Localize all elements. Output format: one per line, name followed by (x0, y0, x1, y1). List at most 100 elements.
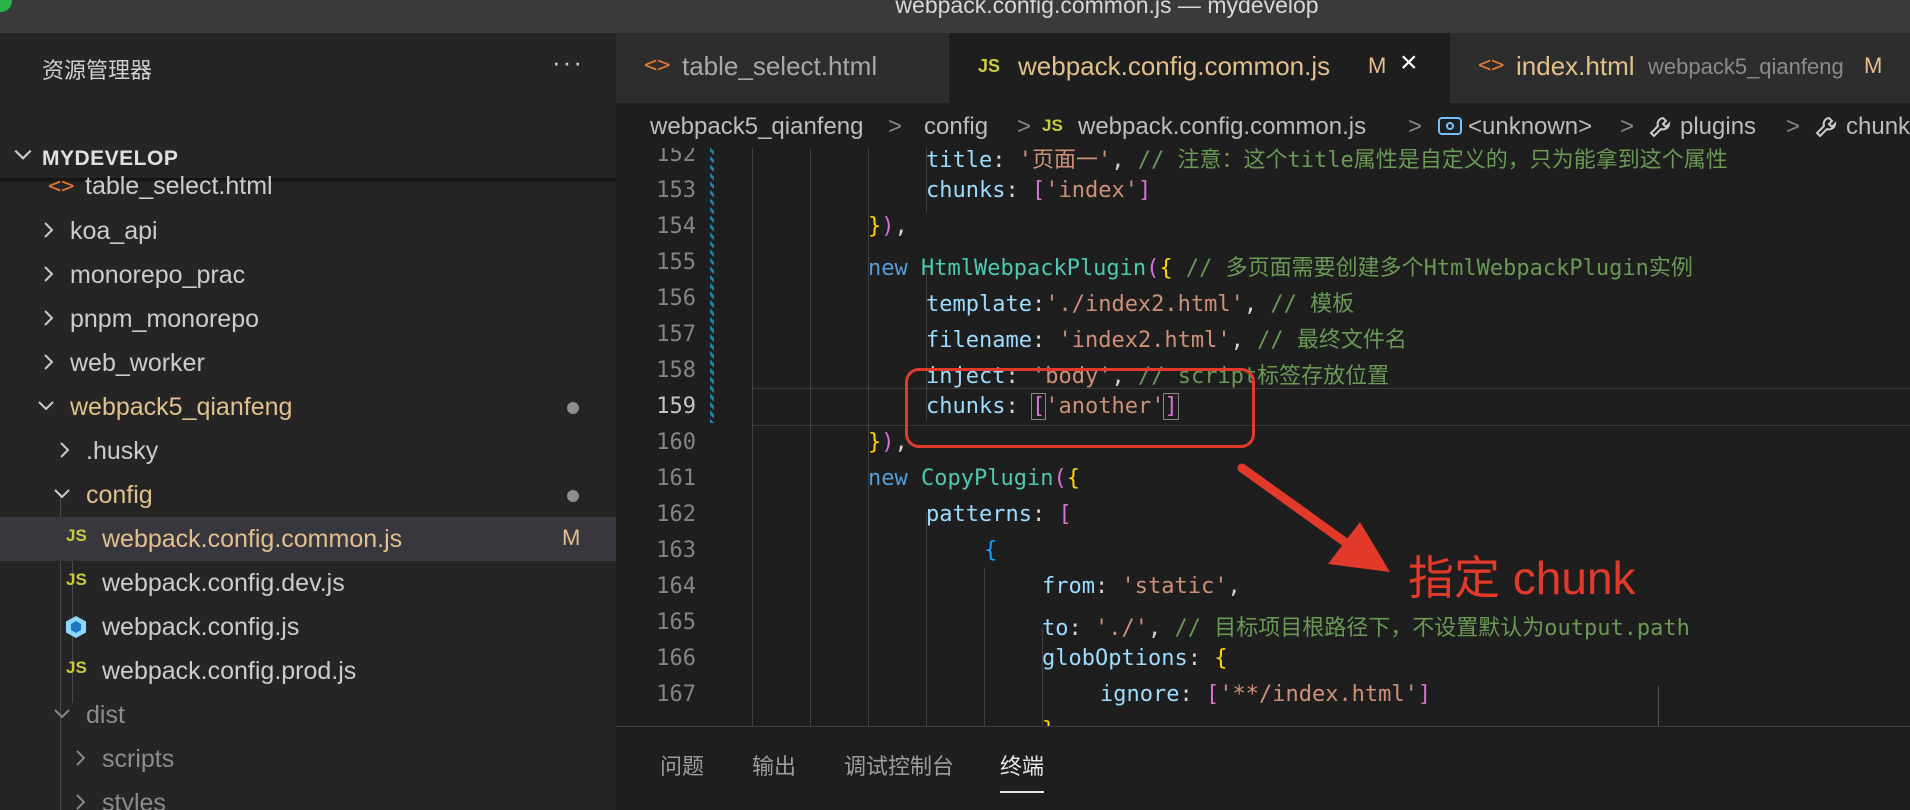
code-token: CopyPlugin (921, 466, 1054, 491)
breadcrumb: webpack5_qianfeng > config > JS webpack.… (616, 103, 1910, 148)
tab-table-select[interactable]: <> table_select.html (616, 33, 950, 103)
code-token: filename (926, 328, 1032, 353)
more-actions-icon[interactable]: ··· (552, 47, 584, 78)
chevron-right-icon (44, 222, 54, 238)
folder-item-koa-api[interactable]: koa_api (0, 209, 616, 253)
folder-item-web-worker[interactable]: web_worker (0, 341, 616, 385)
folder-item-monorepo-prac[interactable]: monorepo_prac (0, 253, 616, 297)
folder-label: .husky (86, 437, 159, 465)
file-label: webpack.config.dev.js (102, 569, 345, 597)
file-item-webpack-config-dev[interactable]: JS webpack.config.dev.js (0, 561, 616, 605)
line-number: 160 (656, 430, 696, 455)
file-label: table_select.html (85, 172, 273, 200)
chevron-right-icon (76, 750, 86, 766)
line-number: 165 (656, 610, 696, 635)
line-number: 156 (656, 286, 696, 311)
code-token: './' (1095, 616, 1148, 641)
code-token: HtmlWebpackPlugin (921, 256, 1147, 281)
breadcrumb-item[interactable]: <unknown> (1468, 113, 1592, 141)
folder-item-husky[interactable]: .husky (0, 429, 616, 473)
folder-item-scripts[interactable]: scripts (0, 737, 616, 781)
html-file-icon: <> (644, 53, 671, 78)
panel-tab-problems[interactable]: 问题 (660, 749, 704, 781)
js-file-icon: JS (66, 658, 87, 677)
code-editor[interactable]: 152 153 154 155 156 157 158 159 160 161 … (616, 148, 1910, 726)
code-token: 'index2.html' (1058, 328, 1231, 353)
code-comment: // 最终文件名 (1257, 328, 1407, 353)
breadcrumb-item[interactable]: plugins (1680, 113, 1756, 141)
variable-icon (1438, 117, 1462, 135)
code-token: './index2.html' (1045, 292, 1244, 317)
code-line-165: to: './', // 目标项目根路径下，不设置默认为output.path (1042, 616, 1690, 641)
tab-label: index.html (1516, 51, 1635, 81)
modified-dot-icon (567, 402, 579, 414)
chevron-right-icon (44, 266, 54, 282)
js-file-icon: JS (66, 570, 87, 589)
code-line-162: patterns: [ (926, 502, 1072, 527)
folder-item-styles[interactable]: styles (0, 781, 616, 810)
folder-label: koa_api (70, 217, 158, 245)
breadcrumb-item[interactable]: config (924, 113, 988, 141)
code-token: patterns (926, 502, 1032, 527)
close-tab-icon[interactable]: × (1400, 46, 1418, 80)
file-item-table-select[interactable]: <> table_select.html (0, 168, 616, 212)
code-comment: // 目标项目根路径下，不设置默认为output.path (1174, 616, 1690, 641)
code-line-157: filename: 'index2.html', // 最终文件名 (926, 328, 1407, 353)
line-number: 167 (656, 682, 696, 707)
folder-item-webpack5-qianfeng[interactable]: webpack5_qianfeng (0, 385, 616, 429)
line-number: 163 (656, 538, 696, 563)
breadcrumb-item[interactable]: chunk (1846, 113, 1910, 141)
code-line-164: from: 'static', (1042, 574, 1241, 599)
folder-label: styles (102, 789, 166, 810)
folder-item-pnpm-monorepo[interactable]: pnpm_monorepo (0, 297, 616, 341)
modified-gutter-indicator (710, 148, 714, 423)
chevron-right-icon (44, 354, 54, 370)
folder-label: web_worker (70, 349, 205, 377)
window-title: webpack.config.common.js — mydevelop (895, 0, 1319, 18)
code-comment: // 注意：这个title属性是自定义的，只为能拿到这个属性 (1137, 148, 1728, 173)
chevron-down-icon (54, 709, 70, 719)
breadcrumb-item[interactable]: webpack.config.common.js (1078, 113, 1366, 141)
annotation-label: 指定 chunk (1408, 552, 1636, 604)
modified-badge: M (1864, 53, 1883, 78)
panel-tab-output[interactable]: 输出 (752, 749, 796, 781)
line-number: 153 (656, 178, 696, 203)
code-line-163: { (984, 538, 998, 563)
tab-webpack-config-common[interactable]: JS webpack.config.common.js M × (950, 33, 1450, 103)
line-number: 158 (656, 358, 696, 383)
chevron-right-icon: > (1786, 113, 1801, 140)
code-line-160: }), (868, 430, 908, 455)
file-item-webpack-config-common[interactable]: JS webpack.config.common.js M (0, 517, 616, 561)
file-item-webpack-config[interactable]: webpack.config.js (0, 605, 616, 649)
webpack-cube-icon (66, 616, 86, 638)
code-line-152: title: '页面一', // 注意：这个title属性是自定义的，只为能拿到… (926, 148, 1728, 173)
folder-item-config[interactable]: config (0, 473, 616, 517)
chevron-right-icon: > (888, 113, 903, 140)
file-item-webpack-config-prod[interactable]: JS webpack.config.prod.js (0, 649, 616, 693)
html-file-icon: <> (1478, 53, 1505, 78)
code-token: globOptions (1042, 646, 1188, 671)
explorer-sidebar: 资源管理器 ··· MYDEVELOP <> table_select.html… (0, 33, 616, 810)
annotation-highlight-box (905, 368, 1255, 448)
panel-tab-terminal[interactable]: 终端 (1000, 749, 1045, 793)
line-number: 152 (656, 148, 696, 167)
folder-item-dist[interactable]: dist (0, 693, 616, 737)
code-line-168: } (1042, 718, 1055, 726)
tab-description: webpack5_qianfeng (1648, 54, 1844, 79)
chevron-right-icon: > (1620, 113, 1635, 140)
title-bar: webpack.config.common.js — mydevelop (0, 0, 1910, 33)
panel-tab-debug-console[interactable]: 调试控制台 (844, 749, 954, 781)
annotation-arrow-icon (1237, 463, 1390, 572)
code-token: chunks (926, 178, 1006, 203)
indent-guide (926, 512, 927, 726)
line-number: 162 (656, 502, 696, 527)
editor-tabs: <> table_select.html JS webpack.config.c… (616, 33, 1910, 103)
file-label: webpack.config.prod.js (102, 657, 357, 685)
modified-badge: M (1368, 53, 1387, 78)
breadcrumb-item[interactable]: webpack5_qianfeng (650, 113, 864, 141)
code-line-167: ignore: ['**/index.html'] (1100, 682, 1432, 707)
indent-guide (1658, 686, 1659, 726)
line-number: 166 (656, 646, 696, 671)
tab-index-html[interactable]: <> index.html webpack5_qianfeng M (1450, 33, 1910, 103)
js-file-icon: JS (978, 56, 1001, 76)
